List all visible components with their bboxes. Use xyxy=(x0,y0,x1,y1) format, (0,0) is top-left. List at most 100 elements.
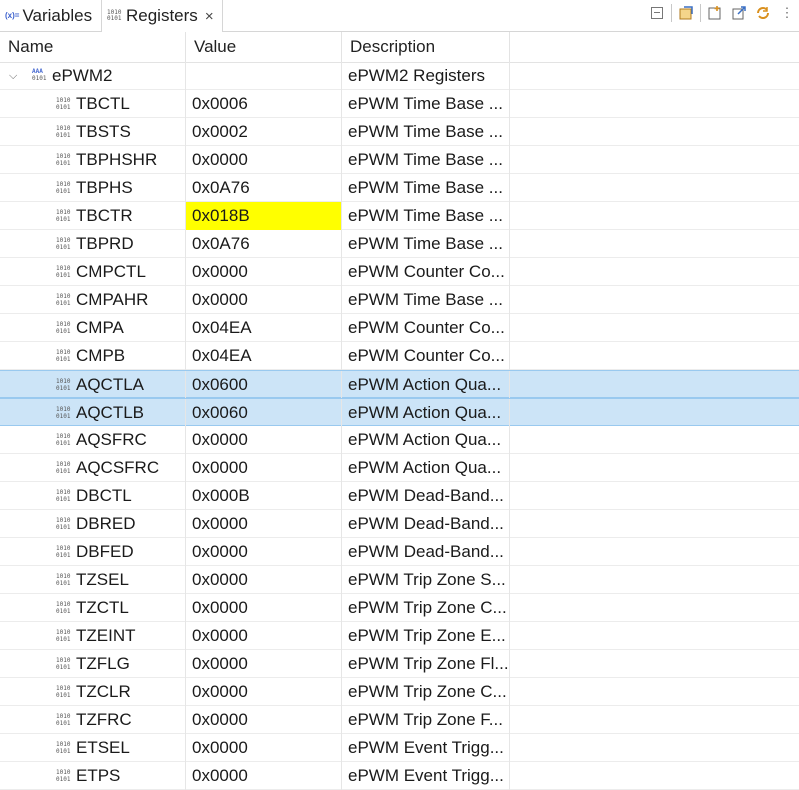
show-all-icon[interactable] xyxy=(674,2,698,24)
table-row[interactable]: 1010 0101 TBPHS 0x0A76 ePWM Time Base ... xyxy=(0,174,799,202)
refresh-icon[interactable] xyxy=(751,2,775,24)
register-description: ePWM Event Trigg... xyxy=(342,734,510,762)
register-description: ePWM Action Qua... xyxy=(342,426,510,454)
table-row[interactable]: 1010 0101 CMPCTL 0x0000 ePWM Counter Co... xyxy=(0,258,799,286)
register-value[interactable]: 0x0000 xyxy=(186,510,342,538)
register-value[interactable]: 0x0000 xyxy=(186,566,342,594)
table-row[interactable]: 1010 0101 AQCTLB 0x0060 ePWM Action Qua... xyxy=(0,398,799,427)
register-value[interactable]: 0x0600 xyxy=(186,371,342,399)
collapse-all-icon[interactable] xyxy=(645,2,669,24)
register-name: TZCLR xyxy=(0,678,186,706)
table-row[interactable]: 1010 0101 AQSFRC 0x0000 ePWM Action Qua... xyxy=(0,426,799,454)
view-tab-bar: (x)= Variables 1010 0101 Registers × ⋮ xyxy=(0,0,799,32)
table-row[interactable]: 1010 0101 TZEINT 0x0000 ePWM Trip Zone E... xyxy=(0,622,799,650)
register-description: ePWM Trip Zone E... xyxy=(342,622,510,650)
register-value[interactable]: 0x0002 xyxy=(186,118,342,146)
register-name: DBCTL xyxy=(0,482,186,510)
table-row[interactable]: 1010 0101 TZFLG 0x0000 ePWM Trip Zone Fl... xyxy=(0,650,799,678)
register-name: TBPRD xyxy=(0,230,186,258)
table-row[interactable]: 1010 0101 ETSEL 0x0000 ePWM Event Trigg... xyxy=(0,734,799,762)
register-value[interactable]: 0x0000 xyxy=(186,734,342,762)
close-icon[interactable]: × xyxy=(205,8,214,25)
register-name: TBSTS xyxy=(0,118,186,146)
register-value[interactable]: 0x0000 xyxy=(186,650,342,678)
register-name: DBRED xyxy=(0,510,186,538)
register-name: TBCTL xyxy=(0,90,186,118)
register-description: ePWM Time Base ... xyxy=(342,286,510,314)
register-value[interactable]: 0x04EA xyxy=(186,342,342,370)
toolbar-separator xyxy=(700,4,701,22)
export-icon[interactable] xyxy=(727,2,751,24)
register-value[interactable]: 0x0000 xyxy=(186,706,342,734)
table-row[interactable]: 1010 0101 TBPHSHR 0x0000 ePWM Time Base ... xyxy=(0,146,799,174)
register-value[interactable]: 0x018B xyxy=(186,202,342,230)
register-value[interactable]: 0x0A76 xyxy=(186,174,342,202)
register-value[interactable]: 0x0000 xyxy=(186,762,342,790)
register-name: CMPA xyxy=(0,314,186,342)
register-value[interactable]: 0x0000 xyxy=(186,594,342,622)
register-description: ePWM Time Base ... xyxy=(342,202,510,230)
table-row[interactable]: 1010 0101 ETPS 0x0000 ePWM Event Trigg... xyxy=(0,762,799,790)
register-description-text: ePWM Time Base ... xyxy=(348,122,503,141)
table-row[interactable]: 1010 0101 TZCLR 0x0000 ePWM Trip Zone C... xyxy=(0,678,799,706)
register-name: DBFED xyxy=(0,538,186,566)
register-description-text: ePWM Time Base ... xyxy=(348,234,503,253)
table-row[interactable]: 1010 0101 AQCSFRC 0x0000 ePWM Action Qua... xyxy=(0,454,799,482)
register-description-text: ePWM Counter Co... xyxy=(348,318,505,337)
register-value[interactable]: 0x0A76 xyxy=(186,230,342,258)
table-row[interactable]: 1010 0101 DBCTL 0x000B ePWM Dead-Band... xyxy=(0,482,799,510)
register-value[interactable]: 0x0000 xyxy=(186,622,342,650)
table-row[interactable]: 1010 0101 CMPB 0x04EA ePWM Counter Co... xyxy=(0,342,799,370)
register-value[interactable]: 0x0000 xyxy=(186,426,342,454)
register-name: TZFRC xyxy=(0,706,186,734)
table-row[interactable]: 1010 0101 DBRED 0x0000 ePWM Dead-Band... xyxy=(0,510,799,538)
new-view-icon[interactable] xyxy=(703,2,727,24)
register-value[interactable]: 0x000B xyxy=(186,482,342,510)
register-value[interactable]: 0x0000 xyxy=(186,678,342,706)
table-row[interactable]: 1010 0101 TZFRC 0x0000 ePWM Trip Zone F... xyxy=(0,706,799,734)
table-row[interactable]: 1010 0101 TBSTS 0x0002 ePWM Time Base ... xyxy=(0,118,799,146)
tab-variables[interactable]: (x)= Variables xyxy=(0,0,101,31)
table-row[interactable]: 1010 0101 TZCTL 0x0000 ePWM Trip Zone C... xyxy=(0,594,799,622)
table-row[interactable]: 1010 0101 TBCTL 0x0006 ePWM Time Base ... xyxy=(0,90,799,118)
view-menu-icon[interactable]: ⋮ xyxy=(775,2,799,24)
register-description: ePWM Time Base ... xyxy=(342,146,510,174)
register-name: TZCTL xyxy=(0,594,186,622)
register-description: ePWM Time Base ... xyxy=(342,230,510,258)
column-header-name[interactable]: Name xyxy=(0,32,186,62)
register-description: ePWM Dead-Band... xyxy=(342,482,510,510)
register-description-text: ePWM Action Qua... xyxy=(348,375,502,394)
table-row[interactable]: 1010 0101 TZSEL 0x0000 ePWM Trip Zone S... xyxy=(0,566,799,594)
register-value[interactable]: 0x0000 xyxy=(186,258,342,286)
table-row[interactable]: 1010 0101 AQCTLA 0x0600 ePWM Action Qua... xyxy=(0,370,799,399)
register-value[interactable]: 0x0000 xyxy=(186,454,342,482)
register-name: TZSEL xyxy=(0,566,186,594)
column-header-description[interactable]: Description xyxy=(342,32,510,62)
register-description-text: ePWM Action Qua... xyxy=(348,430,502,449)
register-group-name: ePWM2 xyxy=(0,62,186,90)
register-value[interactable]: 0x0000 xyxy=(186,286,342,314)
register-group-row[interactable]: ⌵ AAA 0101 ePWM2 ePWM2 Registers xyxy=(0,62,799,90)
tab-registers[interactable]: 1010 0101 Registers × xyxy=(101,0,223,32)
register-description: ePWM Time Base ... xyxy=(342,174,510,202)
register-description: ePWM Dead-Band... xyxy=(342,538,510,566)
register-value[interactable]: 0x0000 xyxy=(186,146,342,174)
register-description: ePWM Action Qua... xyxy=(342,454,510,482)
column-header-value[interactable]: Value xyxy=(186,32,342,62)
register-description-text: ePWM Trip Zone C... xyxy=(348,598,507,617)
register-description-text: ePWM Trip Zone S... xyxy=(348,570,506,589)
register-value[interactable]: 0x0006 xyxy=(186,90,342,118)
register-description-text: ePWM Time Base ... xyxy=(348,290,503,309)
register-description: ePWM Action Qua... xyxy=(342,371,510,399)
register-description-text: ePWM Event Trigg... xyxy=(348,766,504,785)
table-row[interactable]: 1010 0101 TBPRD 0x0A76 ePWM Time Base ... xyxy=(0,230,799,258)
register-description-text: ePWM Action Qua... xyxy=(348,403,502,422)
register-value[interactable]: 0x0060 xyxy=(186,399,342,427)
register-value[interactable]: 0x0000 xyxy=(186,538,342,566)
table-row[interactable]: 1010 0101 CMPAHR 0x0000 ePWM Time Base ... xyxy=(0,286,799,314)
table-row[interactable]: 1010 0101 TBCTR 0x018B ePWM Time Base ... xyxy=(0,202,799,230)
table-row[interactable]: 1010 0101 DBFED 0x0000 ePWM Dead-Band... xyxy=(0,538,799,566)
register-description: ePWM Time Base ... xyxy=(342,90,510,118)
table-row[interactable]: 1010 0101 CMPA 0x04EA ePWM Counter Co... xyxy=(0,314,799,342)
register-value[interactable]: 0x04EA xyxy=(186,314,342,342)
